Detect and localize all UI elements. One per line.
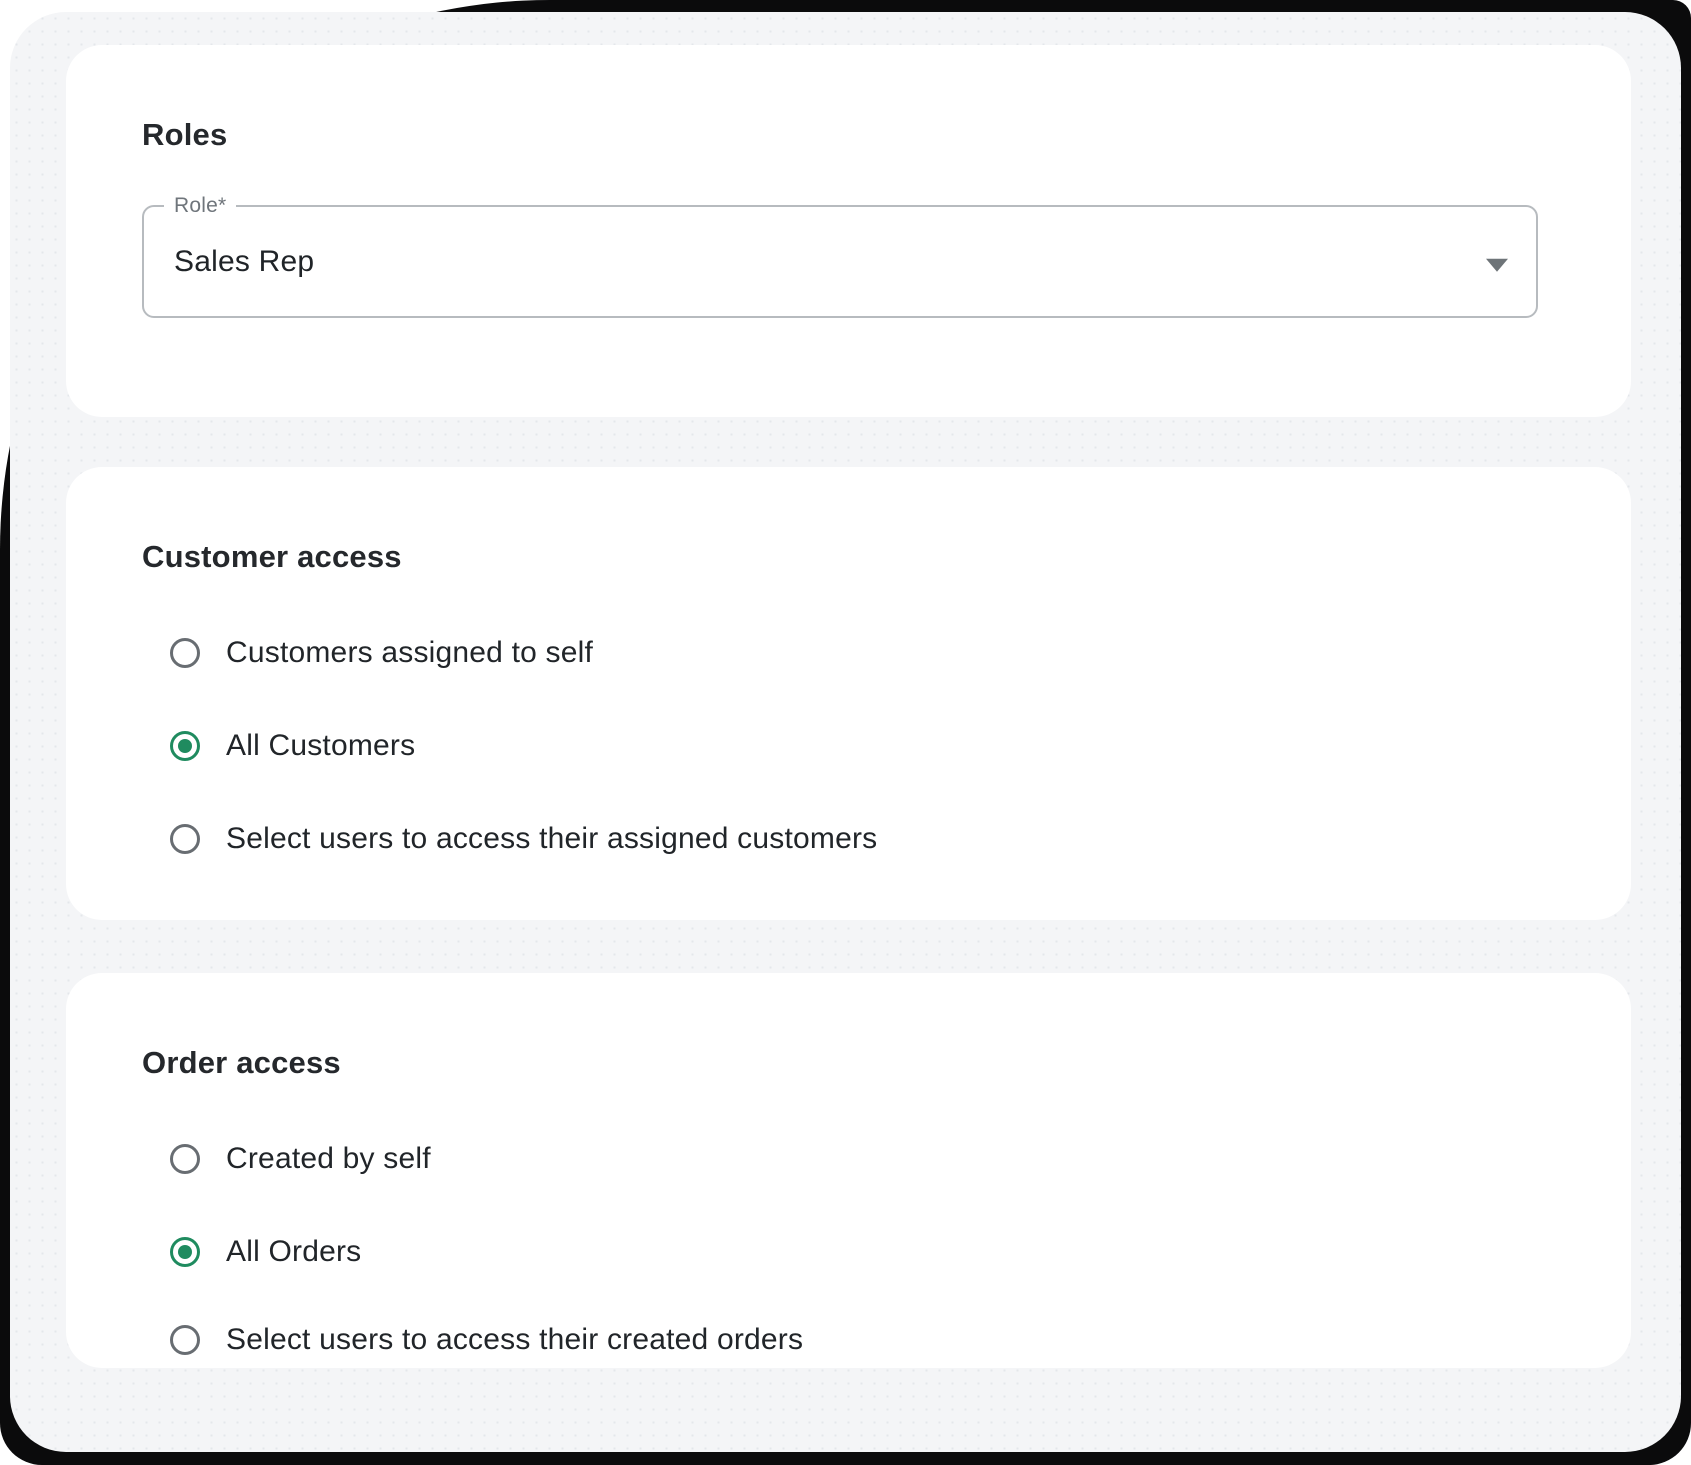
radio-button[interactable] <box>170 731 200 761</box>
radio-option-label: All Orders <box>226 1235 361 1269</box>
role-select-label: Role* <box>164 192 236 220</box>
radio-option-label: All Customers <box>226 729 415 763</box>
radio-option-customers-assigned-to-self[interactable]: Customers assigned to self <box>170 636 1571 670</box>
radio-button[interactable] <box>170 1325 200 1355</box>
radio-option-created-by-self[interactable]: Created by self <box>170 1142 1571 1176</box>
roles-card: Roles Role* Sales Rep <box>66 45 1631 417</box>
radio-option-all-customers[interactable]: All Customers <box>170 729 1571 763</box>
permissions-settings-page: Roles Role* Sales Rep Customer access Cu… <box>0 0 1691 1465</box>
roles-card-title: Roles <box>142 117 227 153</box>
customer-access-card: Customer access Customers assigned to se… <box>66 467 1631 920</box>
role-select[interactable]: Role* Sales Rep <box>142 205 1538 318</box>
radio-option-label: Created by self <box>226 1142 431 1176</box>
order-access-card: Order access Created by self All Orders … <box>66 973 1631 1368</box>
customer-access-title: Customer access <box>142 539 402 575</box>
order-access-title: Order access <box>142 1045 341 1081</box>
radio-button[interactable] <box>170 824 200 854</box>
radio-option-select-users-assigned-customers[interactable]: Select users to access their assigned cu… <box>170 822 1571 856</box>
radio-button[interactable] <box>170 1237 200 1267</box>
radio-option-label: Customers assigned to self <box>226 636 593 670</box>
radio-button[interactable] <box>170 1144 200 1174</box>
radio-option-all-orders[interactable]: All Orders <box>170 1235 1571 1269</box>
radio-button[interactable] <box>170 638 200 668</box>
chevron-down-icon <box>1486 258 1508 271</box>
role-select-value: Sales Rep <box>174 245 314 279</box>
radio-option-label: Select users to access their created ord… <box>226 1323 803 1357</box>
radio-option-label: Select users to access their assigned cu… <box>226 822 877 856</box>
radio-option-select-users-created-orders[interactable]: Select users to access their created ord… <box>170 1323 1571 1357</box>
